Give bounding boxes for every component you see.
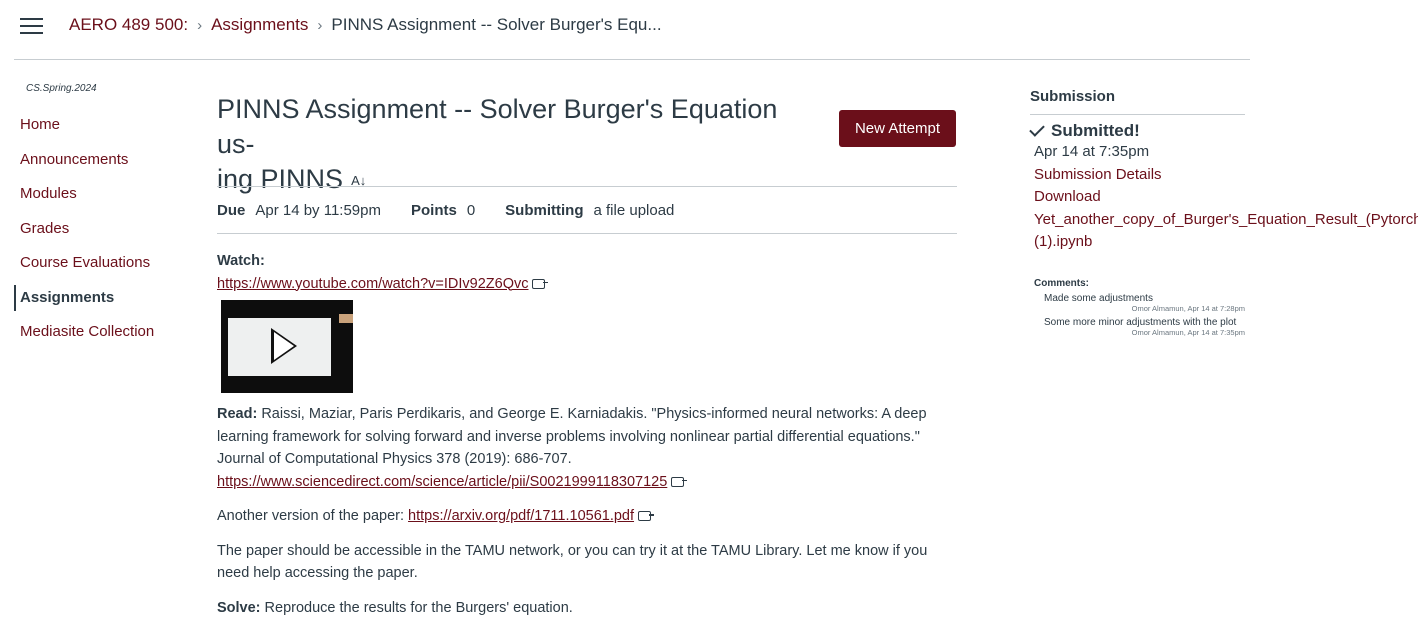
- submission-panel: Submission Submitted! Apr 14 at 7:35pm S…: [1029, 88, 1418, 341]
- read-citation: Raissi, Maziar, Paris Perdikaris, and Ge…: [217, 406, 927, 467]
- submitting-value: a file upload: [593, 201, 675, 219]
- breadcrumb-separator-icon: ›: [197, 16, 203, 34]
- assignment-description: Watch: https://www.youtube.com/watch?v=I…: [217, 250, 957, 631]
- submission-details-link[interactable]: Submission Details: [1034, 164, 1245, 187]
- file-link-line-2[interactable]: (1).ipynb: [1034, 231, 1245, 254]
- sciencedirect-link[interactable]: https://www.sciencedirect.com/science/ar…: [217, 474, 667, 490]
- external-link-icon: [532, 278, 549, 289]
- points-label: Points: [410, 201, 457, 219]
- term-label: CS.Spring.2024: [26, 83, 97, 94]
- comment-text: Made some adjustments: [1044, 292, 1153, 304]
- breadcrumb-course[interactable]: AERO 489 500:: [69, 15, 188, 35]
- comment-meta: Omor Almamun, Apr 14 at 7:35pm: [1131, 327, 1245, 337]
- header-divider: [14, 59, 1250, 60]
- youtube-link[interactable]: https://www.youtube.com/watch?v=IDIv92Z6…: [217, 276, 528, 292]
- due-value: Apr 14 by 11:59pm: [255, 201, 381, 219]
- other-version-paragraph: Another version of the paper: https://ar…: [217, 505, 957, 528]
- submission-status: Submitted!: [1029, 121, 1245, 141]
- comments-section: Comments: Made some adjustments Omor Alm…: [1034, 278, 1245, 337]
- submission-status-text: Submitted!: [1051, 121, 1140, 140]
- title-line-1: PINNS Assignment -- Solver Burger's Equa…: [217, 94, 778, 159]
- file-link-line-1[interactable]: Yet_another_copy_of_Burger's_Equation_Re…: [1034, 209, 1418, 232]
- comment-meta: Omor Almamun, Apr 14 at 7:28pm: [1131, 303, 1245, 313]
- submission-date: Apr 14 at 7:35pm: [1034, 143, 1150, 160]
- solve-text: Reproduce the results for the Burgers' e…: [264, 599, 573, 616]
- assignment-details: Due Apr 14 by 11:59pm Points 0 Submitting a…: [217, 186, 957, 234]
- submission-heading: Submission: [1030, 88, 1245, 115]
- read-paragraph: Read: Raissi, Maziar, Paris Perdikaris, …: [217, 403, 957, 493]
- breadcrumb-assignments[interactable]: Assignments: [211, 15, 308, 35]
- play-icon[interactable]: [271, 328, 297, 364]
- read-label: Read:: [217, 406, 258, 422]
- sidebar-item-grades[interactable]: Grades: [14, 216, 154, 251]
- sidebar-item-modules[interactable]: Modules: [14, 181, 154, 216]
- menu-icon[interactable]: [20, 17, 43, 35]
- sidebar-item-assignments[interactable]: Assignments: [14, 284, 154, 311]
- breadcrumb-current: PINNS Assignment -- Solver Burger's Equ.…: [331, 15, 662, 34]
- comments-label: Comments:: [1034, 277, 1090, 289]
- breadcrumb: AERO 489 500: › Assignments › PINNS Assi…: [69, 15, 662, 35]
- sidebar-item-home[interactable]: Home: [14, 112, 154, 147]
- presenter-thumbnail: [339, 314, 353, 323]
- access-paragraph: The paper should be accessible in the TA…: [217, 542, 928, 582]
- checkmark-icon: [1029, 121, 1045, 137]
- points-value: 0: [466, 201, 476, 219]
- sidebar-item-announcements[interactable]: Announcements: [14, 147, 154, 182]
- assignment-header: PINNS Assignment -- Solver Burger's Equa…: [217, 92, 957, 234]
- watch-label: Watch:: [217, 253, 265, 269]
- sidebar-item-mediasite-collection[interactable]: Mediasite Collection: [14, 319, 154, 354]
- breadcrumb-separator-icon: ›: [317, 16, 323, 34]
- course-nav: Home Announcements Modules Grades Course…: [14, 112, 154, 354]
- solve-label: Solve:: [217, 599, 261, 616]
- comment-text: Some more minor adjustments with the plo…: [1044, 316, 1237, 328]
- solve-paragraph: Solve: Reproduce the results for the Bur…: [217, 597, 957, 620]
- external-link-icon: [671, 476, 688, 487]
- download-link[interactable]: Download: [1034, 186, 1245, 209]
- due-label: Due: [217, 201, 246, 219]
- arxiv-link[interactable]: https://arxiv.org/pdf/1711.10561.pdf: [408, 508, 634, 524]
- video-thumbnail[interactable]: [221, 300, 353, 393]
- page-title: PINNS Assignment -- Solver Burger's Equa…: [217, 92, 817, 198]
- other-version-text: Another version of the paper:: [217, 508, 405, 524]
- new-attempt-button[interactable]: New Attempt: [839, 110, 956, 147]
- sidebar-item-course-evaluations[interactable]: Course Evaluations: [14, 250, 154, 285]
- external-link-icon: [638, 511, 655, 522]
- submitting-label: Submitting: [505, 201, 584, 219]
